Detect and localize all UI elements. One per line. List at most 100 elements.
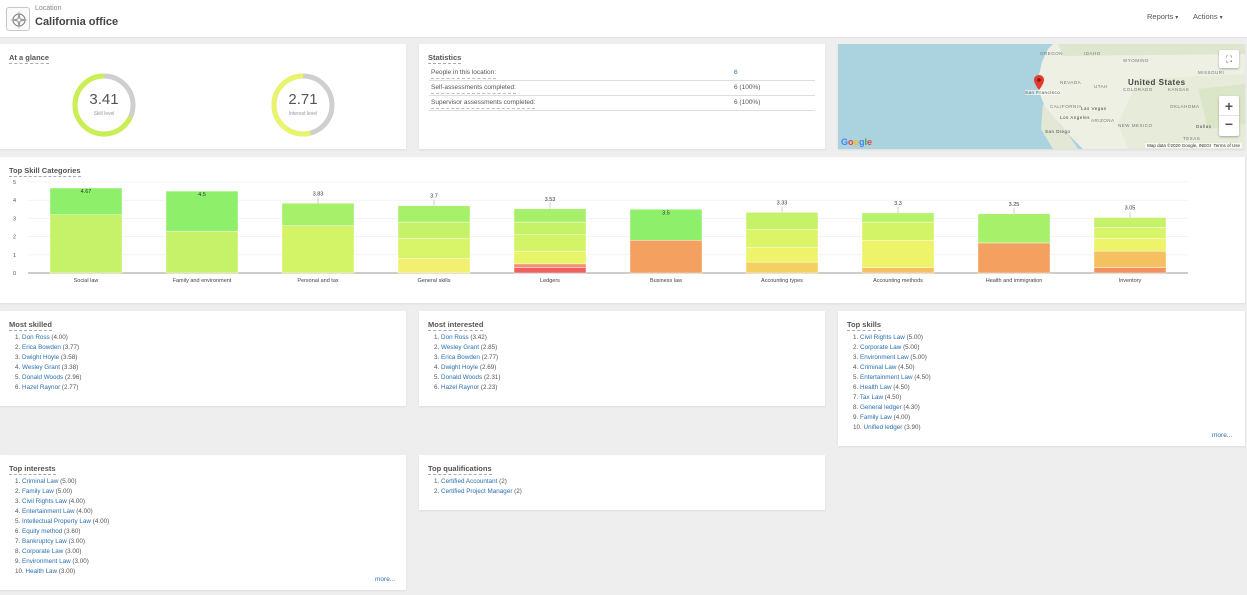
rank-number: 7. (853, 394, 859, 401)
item-link[interactable]: Entertainment Law (22, 508, 75, 515)
item-link[interactable]: Corporate Law (860, 344, 901, 351)
item-score: (2.77) (61, 384, 79, 391)
gauge-value: 3.41 (89, 91, 119, 108)
list-item: 1. Civil Rights Law (5.00) (853, 333, 931, 343)
bar-value-label: 3.25 (1009, 202, 1020, 208)
bar-segment (977, 242, 1051, 274)
item-link[interactable]: Family Law (860, 414, 892, 421)
item-link[interactable]: Civil Rights Law (22, 498, 67, 505)
zoom-in-button[interactable]: + (1219, 96, 1239, 116)
item-link[interactable]: Wesley Grant (22, 364, 60, 371)
map-city-label: Los Angeles (1060, 115, 1091, 120)
item-link[interactable]: Hazel Raynor (441, 384, 479, 391)
card-title: Top qualifications (428, 464, 492, 475)
list-item: 1. Don Ross (3.42) (434, 333, 500, 343)
list-item: 4. Criminal Law (4.50) (853, 363, 931, 373)
item-score: (4.50) (914, 374, 931, 381)
item-link[interactable]: Wesley Grant (441, 344, 479, 351)
item-link[interactable]: Environment Law (860, 354, 909, 361)
item-link[interactable]: Erica Bowden (22, 344, 61, 351)
rank-number: 2. (853, 344, 859, 351)
x-tick-label: General skills (417, 278, 450, 284)
map-label: UTAH (1094, 84, 1108, 89)
bar-segment (49, 214, 123, 274)
item-link[interactable]: Criminal Law (860, 364, 896, 371)
item-link[interactable]: Criminal Law (22, 478, 58, 485)
bar-segment (397, 221, 471, 239)
item-link[interactable]: Donald Woods (441, 374, 482, 381)
item-link[interactable]: Equity method (22, 528, 62, 535)
list-item: 9. Environment Law (3.00) (15, 557, 109, 567)
list-item: 1. Certified Accountant (2) (434, 477, 522, 487)
card-title: Top skills (847, 320, 882, 331)
item-link[interactable]: General ledger (860, 404, 902, 411)
card-title: Most interested (428, 320, 484, 331)
item-link[interactable]: Dwight Hoyle (22, 354, 59, 361)
more-link[interactable]: more... (1212, 432, 1232, 439)
map-pin-icon[interactable] (1034, 75, 1044, 95)
gauge-label: Skill level (93, 111, 115, 117)
list-item: 5. Donald Woods (2.31) (434, 373, 500, 383)
item-link[interactable]: Don Ross (22, 334, 50, 341)
more-link[interactable]: more... (375, 576, 395, 583)
item-score: (3.00) (72, 558, 89, 565)
list-item: 4. Dwight Hoyle (2.69) (434, 363, 500, 373)
bar-segment (281, 225, 355, 274)
fullscreen-icon[interactable]: ⛶ (1219, 50, 1239, 68)
item-score: (3.00) (65, 548, 82, 555)
item-score: (2.69) (479, 364, 497, 371)
bar-segment (1093, 238, 1167, 252)
bar-segment (1093, 267, 1167, 274)
x-tick-label: Accounting types (761, 278, 803, 284)
terms-of-use-link[interactable]: Terms of Use (1213, 143, 1240, 148)
item-link[interactable]: Tax Law (860, 394, 883, 401)
item-link[interactable]: Certified Project Manager (441, 488, 512, 495)
item-link[interactable]: Health Law (26, 568, 58, 575)
people-count-link[interactable]: 6 (734, 66, 738, 80)
item-link[interactable]: Environment Law (22, 558, 71, 565)
rank-number: 7. (15, 538, 21, 545)
item-score: (3.60) (64, 528, 81, 535)
item-link[interactable]: Hazel Raynor (22, 384, 60, 391)
rank-number: 3. (15, 354, 21, 361)
bar-segment (1093, 250, 1167, 268)
x-tick-label: Health and immigration (986, 278, 1043, 284)
map-label: OKLAHOMA (1170, 104, 1200, 109)
zoom-out-button[interactable]: − (1219, 116, 1239, 135)
item-score: (2.85) (480, 344, 498, 351)
rank-number: 5. (15, 374, 21, 381)
item-link[interactable]: Certified Accountant (441, 478, 497, 485)
list-item: 10. Health Law (3.00) (15, 567, 109, 577)
list-item: 6. Hazel Raynor (2.77) (15, 383, 81, 393)
list-item: 7. Bankruptcy Law (3.00) (15, 537, 109, 547)
item-link[interactable]: Don Ross (441, 334, 469, 341)
bar-segment (861, 212, 935, 223)
item-link[interactable]: Unified ledger (864, 424, 903, 431)
list-item: 9. Family Law (4.00) (853, 413, 931, 423)
map-attribution: Map data ©2020 Google, INEGI Terms of Us… (1145, 143, 1242, 148)
item-link[interactable]: Intellectual Property Law (22, 518, 91, 525)
map-land (1038, 44, 1245, 149)
rank-number: 2. (15, 344, 21, 351)
item-link[interactable]: Erica Bowden (441, 354, 480, 361)
item-link[interactable]: Dwight Hoyle (441, 364, 478, 371)
bar-segment (281, 203, 355, 226)
page-header: Location California office Reports ▾ Acti… (0, 0, 1247, 38)
item-link[interactable]: Donald Woods (22, 374, 63, 381)
item-link[interactable]: Entertainment Law (860, 374, 913, 381)
map-label: TEXAS (1183, 136, 1201, 141)
rank-number: 10. (15, 568, 24, 575)
bar-segment (513, 250, 587, 265)
item-score: (3.00) (68, 538, 86, 545)
item-link[interactable]: Civil Rights Law (860, 334, 905, 341)
list-item: 2. Family Law (5.00) (15, 487, 109, 497)
actions-menu[interactable]: Actions ▾ (1193, 12, 1223, 21)
bar-segment (977, 213, 1051, 244)
item-link[interactable]: Family Law (22, 488, 54, 495)
item-link[interactable]: Bankruptcy Law (22, 538, 67, 545)
item-link[interactable]: Corporate Law (22, 548, 63, 555)
item-link[interactable]: Health Law (860, 384, 892, 391)
reports-menu[interactable]: Reports ▾ (1147, 12, 1178, 21)
rank-number: 1. (434, 334, 440, 341)
location-map[interactable]: OREGON IDAHO WYOMING NEVADA UTAH COLORAD… (838, 44, 1245, 149)
